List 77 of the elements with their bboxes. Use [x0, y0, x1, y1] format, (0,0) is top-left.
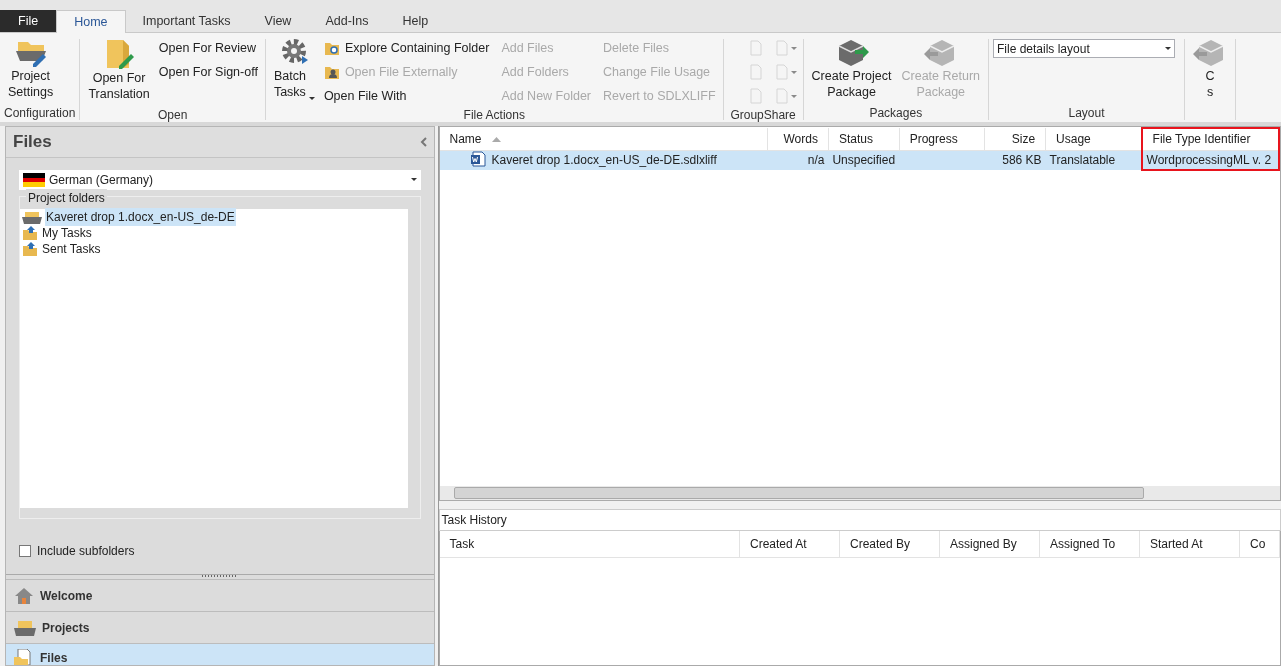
group-label: Configuration — [4, 106, 76, 120]
drawer-icon — [22, 209, 42, 224]
tree-item[interactable]: My Tasks — [41, 223, 93, 242]
column-header[interactable]: Usage — [1045, 128, 1142, 150]
checkbox-label: Include subfolders — [37, 542, 135, 560]
ribbon-button[interactable]: C s — [1189, 36, 1231, 100]
column-header[interactable]: Co — [1239, 531, 1280, 557]
flag-icon — [23, 172, 45, 187]
checkbox[interactable] — [19, 544, 31, 557]
ribbon-button[interactable]: Open File With — [320, 84, 493, 108]
caret-icon — [790, 94, 797, 98]
ribbon-tab[interactable]: Home — [56, 10, 126, 33]
group-label: Packages — [868, 106, 924, 120]
document-icon — [747, 64, 764, 80]
nav-button[interactable]: Files — [6, 643, 434, 665]
document-icon — [747, 88, 764, 104]
folder-search-icon — [323, 40, 340, 56]
column-header[interactable]: Task — [439, 531, 740, 557]
tree-item[interactable]: Sent Tasks — [41, 239, 102, 258]
group-label: GroupShare — [729, 108, 797, 122]
ribbon-tab[interactable]: File — [0, 10, 57, 32]
ribbon-button[interactable]: Explore Containing Folder — [320, 36, 493, 60]
column-header[interactable]: Words — [767, 128, 829, 150]
language-dropdown[interactable]: German (Germany) — [19, 169, 421, 190]
house-icon — [14, 586, 34, 605]
column-header[interactable]: Status — [828, 128, 900, 150]
document-icon — [773, 40, 790, 56]
panel-title: Task History — [438, 509, 1281, 531]
ribbon-tab[interactable]: Important Tasks — [125, 10, 248, 32]
table-cell: n/a — [807, 153, 825, 167]
file-row[interactable]: Kaveret drop 1.docx_en-US_de-DE.sdlxliff n/a Unspecified 586 KB Translatable WordprocessingML v. 2 — [439, 150, 1279, 170]
column-header[interactable]: Assigned By — [939, 531, 1040, 557]
ribbon-tab[interactable]: View — [247, 10, 309, 32]
document-icon — [773, 64, 790, 80]
column-header[interactable]: Progress — [899, 128, 985, 150]
horizontal-scrollbar[interactable] — [439, 486, 1280, 500]
column-header[interactable]: Assigned To — [1039, 531, 1140, 557]
ribbon-button[interactable]: Create Project Package — [807, 36, 896, 100]
table-cell: Translatable — [1049, 153, 1116, 167]
file-folder-icon — [14, 649, 34, 665]
column-header[interactable]: Name — [439, 128, 768, 150]
caret-icon — [308, 97, 315, 100]
folder-arrow-icon — [22, 240, 38, 257]
caret-icon — [410, 178, 417, 181]
tree-item[interactable]: Kaveret drop 1.docx_en-US_de-DE — [45, 207, 236, 226]
splitter-grip-icon — [201, 575, 238, 578]
ribbon-tab[interactable]: Help — [385, 10, 446, 32]
column-header[interactable]: Started At — [1139, 531, 1240, 557]
sort-icon — [491, 137, 501, 143]
column-header[interactable]: Size — [985, 128, 1046, 150]
caret-icon — [790, 46, 797, 50]
ribbon-button[interactable]: Project Settings — [4, 36, 58, 100]
ribbon-button[interactable]: Open For Sign-off — [155, 60, 261, 84]
panel-title: Files — [13, 131, 52, 153]
collapse-icon — [419, 136, 427, 147]
table-cell: Unspecified — [832, 153, 896, 167]
table-cell: Kaveret drop 1.docx_en-US_de-DE.sdlxliff — [491, 153, 717, 167]
ribbon-button[interactable]: Batch Tasks — [269, 36, 319, 100]
folder-arrow-icon — [22, 224, 38, 241]
folder-person-icon — [323, 64, 340, 80]
drawer-icon — [14, 619, 36, 636]
ribbon-button[interactable]: Open For Review — [155, 36, 261, 60]
table-cell: WordprocessingML v. 2 — [1146, 152, 1272, 167]
group-label: Open — [156, 108, 189, 122]
layout-dropdown[interactable]: File details layout — [993, 39, 1175, 58]
word-document-icon — [469, 151, 486, 167]
column-header[interactable]: Created At — [739, 531, 840, 557]
group-label: Layout — [1067, 106, 1106, 120]
table-cell: 586 KB — [1002, 153, 1042, 167]
ribbon-button[interactable]: Open For Translation — [84, 36, 154, 102]
document-icon — [773, 88, 790, 104]
caret-icon — [1165, 47, 1171, 50]
ribbon-tab[interactable]: Add-Ins — [308, 10, 386, 32]
caret-icon — [790, 70, 797, 74]
group-label: File Actions — [462, 108, 526, 122]
column-header[interactable]: Created By — [839, 531, 940, 557]
document-icon — [747, 40, 764, 56]
